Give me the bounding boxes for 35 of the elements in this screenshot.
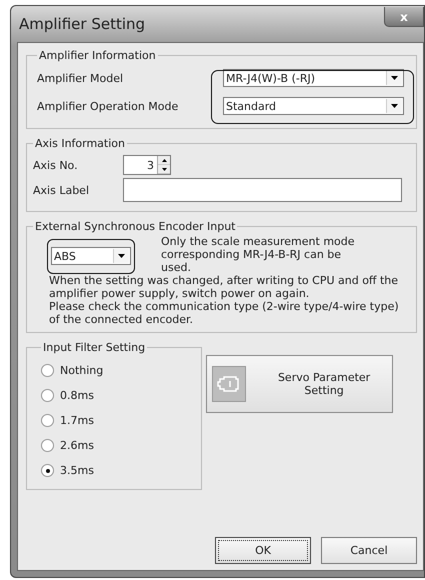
note-text: Only the scale measurement mode corresponding MR-J4-B-RJ can be used. (161, 235, 356, 274)
spinner-arrows-icon[interactable] (157, 156, 170, 174)
connector-icon (212, 366, 246, 402)
field-label: Axis Label (33, 184, 90, 196)
servo-parameter-button[interactable]: Servo Parameter Setting (206, 355, 393, 413)
radio-button[interactable] (41, 389, 54, 402)
field-label: Axis No. (33, 158, 79, 172)
group-title: External Synchronous Encoder Input (34, 220, 236, 233)
caret-icon (386, 71, 402, 85)
radio-button[interactable] (41, 439, 54, 452)
radio-option[interactable]: 3.5ms (41, 458, 195, 483)
dropdown[interactable]: Standard (223, 97, 404, 115)
dialog-button[interactable]: Cancel (321, 537, 417, 564)
radio-option[interactable]: 2.6ms (41, 433, 195, 458)
radio-button[interactable] (41, 364, 54, 377)
radio-option[interactable]: 0.8ms (41, 383, 195, 408)
group-title: Axis Information (34, 137, 126, 150)
radio-button[interactable] (41, 464, 54, 477)
caret-icon (386, 99, 402, 113)
caret-icon (113, 249, 129, 263)
spin-field[interactable]: 3 (123, 155, 171, 175)
description-text: When the setting was changed, after writing to CPU and off the amplifier power supply, switch power on again. (49, 274, 400, 300)
input-field[interactable] (123, 178, 402, 202)
group-title: Input Filter Setting (42, 341, 146, 354)
radio-button[interactable] (41, 414, 54, 427)
window-title: Amplifier Setting (18, 15, 146, 33)
dialog-button[interactable]: OK (215, 537, 311, 564)
dropdown[interactable]: ABS (51, 247, 131, 265)
group-title: Amplifier Information (38, 49, 157, 62)
radio-option[interactable]: Nothing (41, 358, 195, 383)
radio-option[interactable]: 1.7ms (41, 408, 195, 433)
field-label: Amplifier Model (37, 72, 124, 84)
description-text: Please check the communication type (2-wire type/4-wire type) of the connected encoder. (49, 300, 400, 326)
dropdown[interactable]: MR-J4(W)-B (-RJ) (223, 69, 404, 87)
field-label: Amplifier Operation Mode (37, 100, 180, 112)
